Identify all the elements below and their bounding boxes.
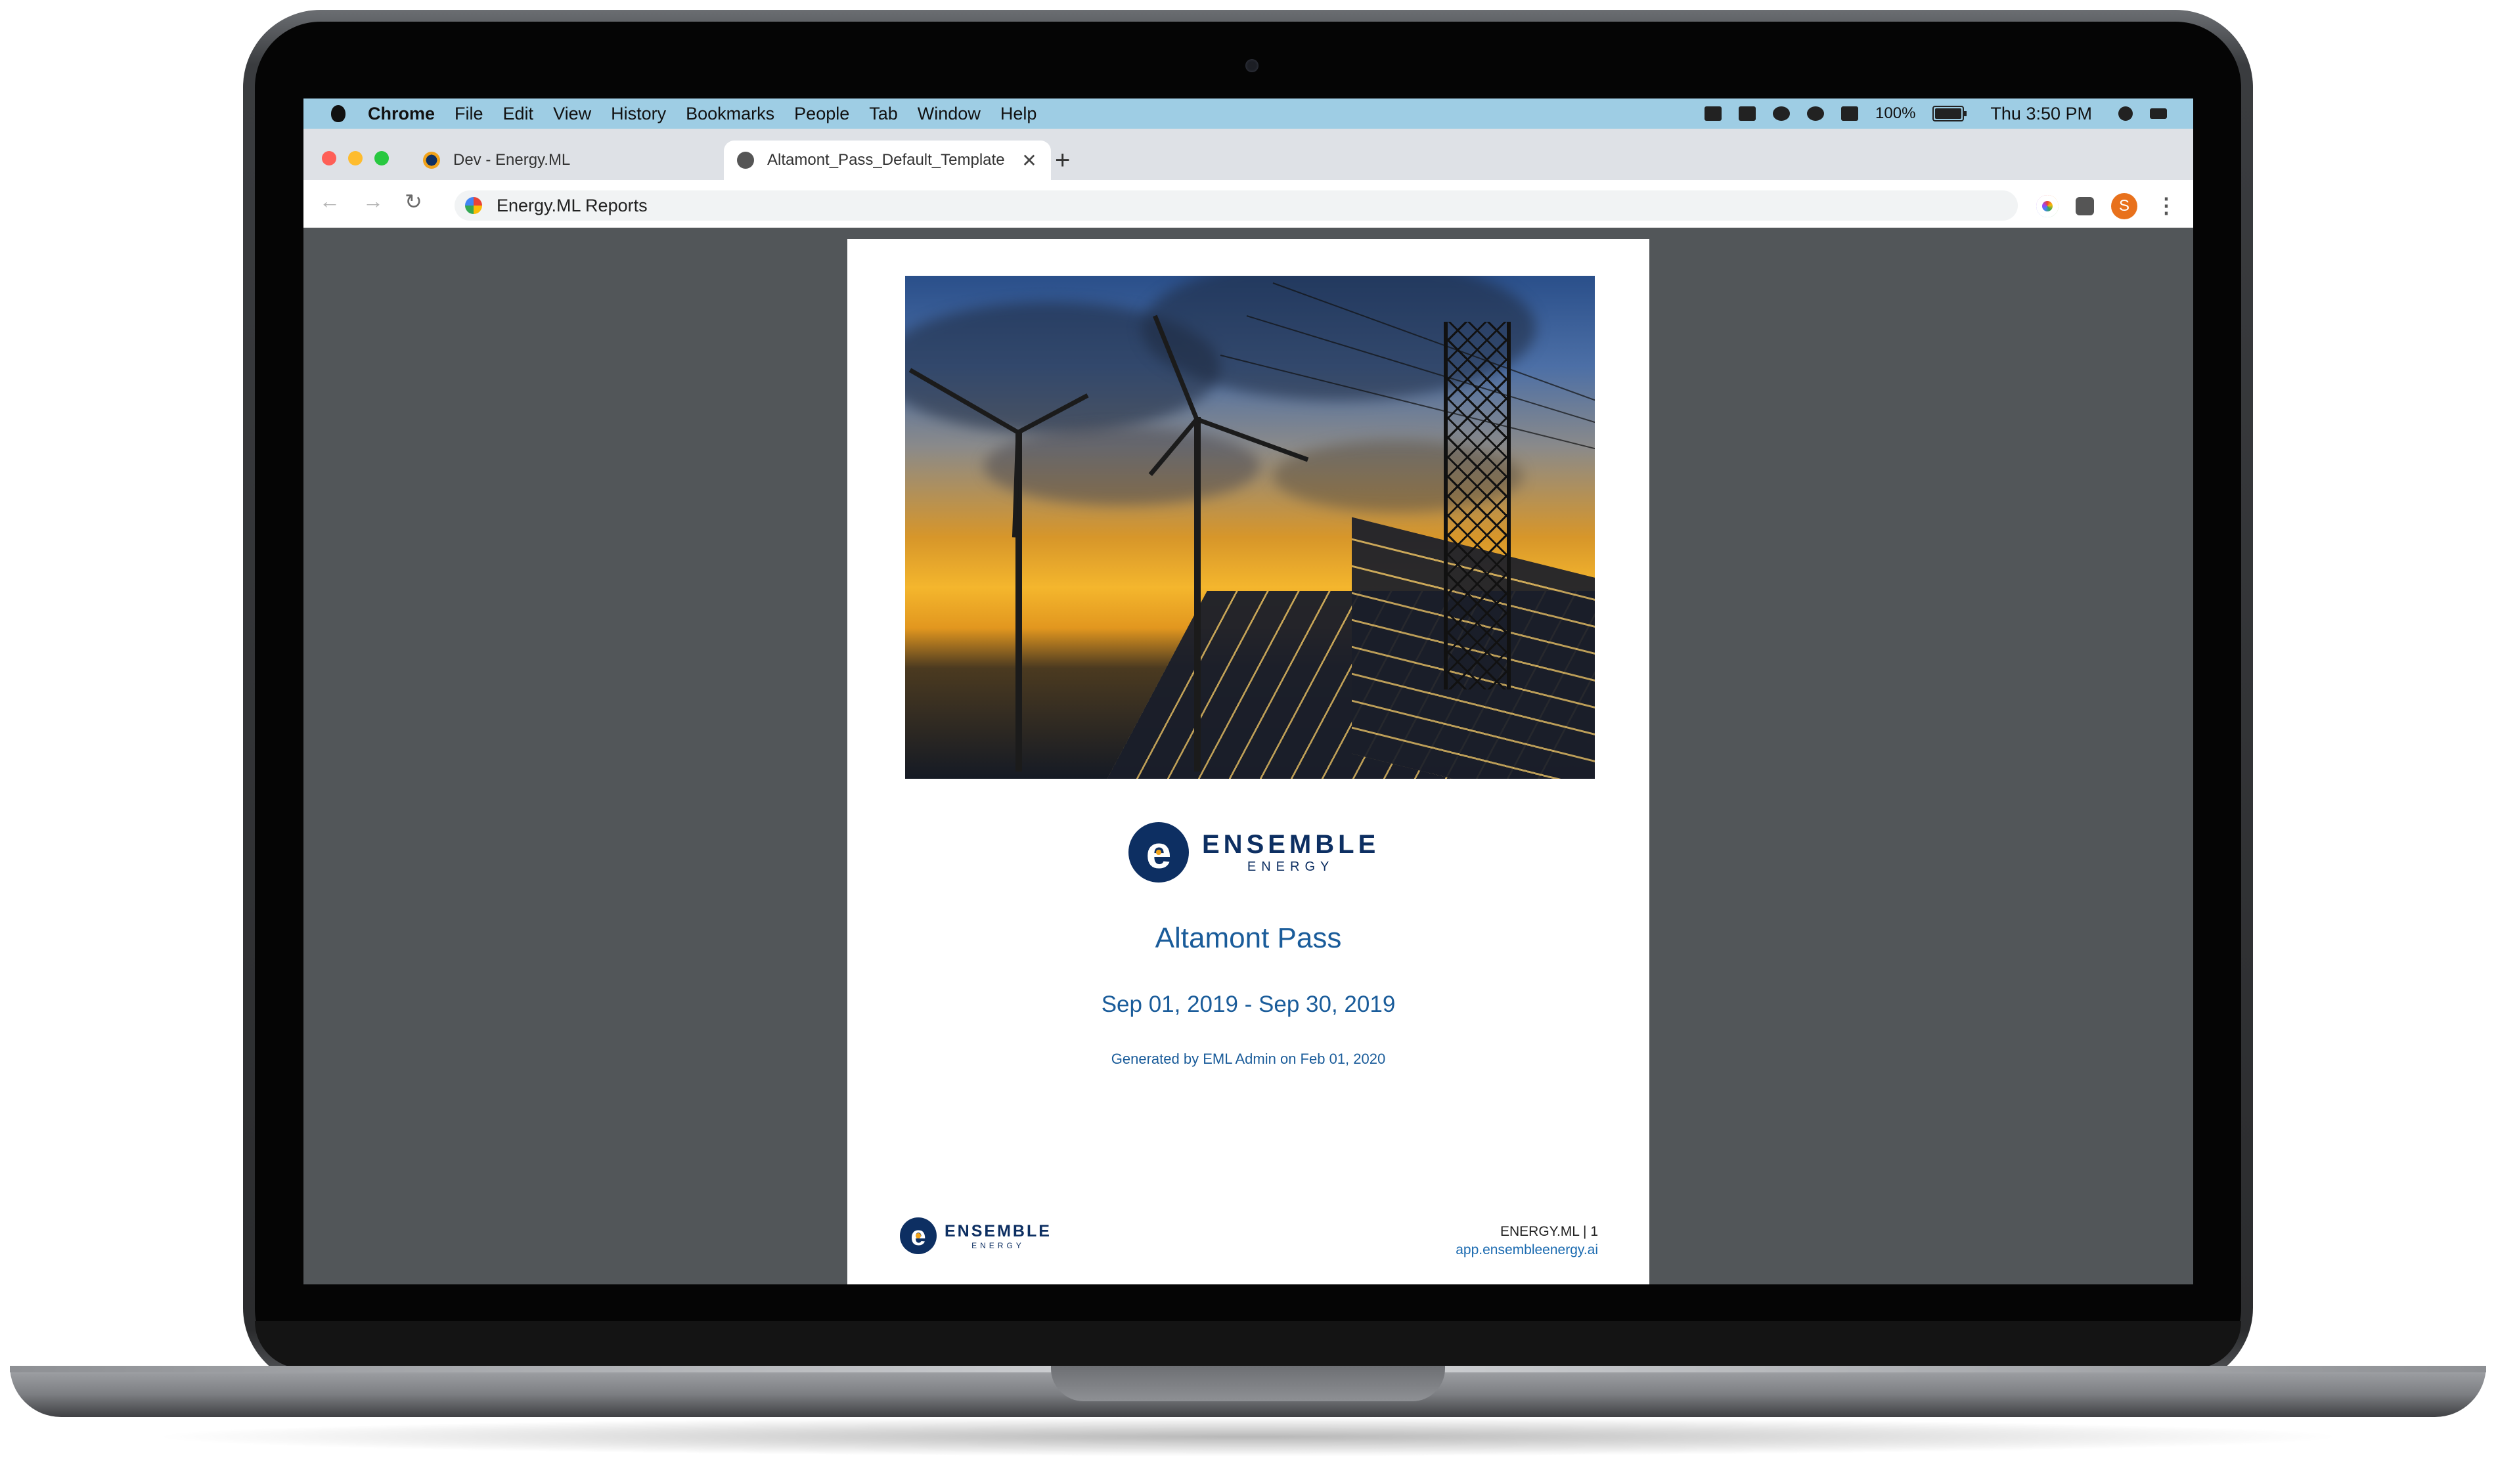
profile-avatar[interactable]: S: [2111, 193, 2137, 219]
search-icon[interactable]: [2118, 106, 2133, 121]
renewable-energy-hero-image: [905, 276, 1595, 779]
forward-arrow-icon[interactable]: →: [363, 189, 384, 213]
menu-file[interactable]: File: [455, 104, 483, 124]
ensemble-mark-icon: e: [900, 1217, 937, 1254]
battery-level: [1935, 108, 1962, 119]
menu-history[interactable]: History: [611, 104, 666, 124]
menu-people[interactable]: People: [794, 104, 849, 124]
footer-brand-line2: ENERGY: [971, 1240, 1025, 1250]
menu-edit[interactable]: Edit: [503, 104, 534, 124]
close-window-button[interactable]: [322, 151, 336, 165]
laptop-chin: [255, 1321, 2241, 1368]
footer-product-page: ENERGY.ML | 1: [1500, 1224, 1598, 1239]
menu-window[interactable]: Window: [918, 104, 981, 124]
dropbox-icon[interactable]: [1705, 106, 1722, 121]
tab-title: Altamont_Pass_Default_Template: [767, 151, 1005, 169]
back-arrow-icon[interactable]: ←: [319, 189, 340, 213]
maximize-window-button[interactable]: [374, 151, 389, 165]
report-page: e ENSEMBLE ENERGY Altamont Pass Sep 01, …: [847, 239, 1649, 1284]
ensemble-mark-icon: e: [1128, 822, 1189, 883]
menubar-clock[interactable]: Thu 3:50 PM: [1990, 104, 2092, 124]
volume-icon[interactable]: [1841, 106, 1859, 121]
laptop-hinge-notch: [1051, 1366, 1445, 1401]
footer-brand-line1: ENSEMBLE: [945, 1221, 1052, 1240]
address-bar-text: Energy.ML Reports: [497, 195, 648, 215]
ensemble-energy-logo: e ENSEMBLE ENERGY: [1128, 822, 1379, 883]
menu-help[interactable]: Help: [1000, 104, 1037, 124]
color-ring-extension-icon[interactable]: [2036, 195, 2059, 217]
report-date-range: Sep 01, 2019 - Sep 30, 2019: [1101, 992, 1396, 1017]
vpn-icon[interactable]: [1773, 106, 1791, 121]
google-g-icon: [465, 197, 482, 214]
globe-icon: [737, 152, 754, 169]
tab-altamont-pass-template[interactable]: Altamont_Pass_Default_Template ✕: [724, 141, 1051, 180]
wifi-icon[interactable]: [1807, 106, 1825, 121]
menubar-status-area: 100% Thu 3:50 PM: [1705, 98, 2167, 129]
menu-bookmarks[interactable]: Bookmarks: [686, 104, 774, 124]
battery-percent: 100%: [1875, 104, 1916, 122]
puzzle-extensions-icon[interactable]: [2076, 197, 2094, 215]
menu-chrome[interactable]: Chrome: [368, 104, 435, 124]
minimize-window-button[interactable]: [348, 151, 363, 165]
menu-view[interactable]: View: [553, 104, 591, 124]
brand-mark-letter: e: [910, 1220, 926, 1251]
brand-mark-letter: e: [1146, 827, 1172, 878]
docker-icon[interactable]: [1739, 106, 1756, 121]
camera-icon: [1245, 59, 1259, 72]
footer-ensemble-logo: e ENSEMBLE ENERGY: [900, 1217, 1052, 1254]
ensemble-favicon-icon: [423, 152, 440, 169]
laptop-shadow: [145, 1417, 2351, 1456]
screen: Chrome File Edit View History Bookmarks …: [303, 98, 2193, 1284]
more-menu-icon[interactable]: ⋮: [2156, 193, 2177, 218]
brand-name-line1: ENSEMBLE: [1202, 830, 1380, 859]
footer-url-link[interactable]: app.ensembleenergy.ai: [1456, 1242, 1598, 1258]
menu-tab[interactable]: Tab: [869, 104, 898, 124]
brand-name-line2: ENERGY: [1247, 860, 1335, 874]
reload-icon[interactable]: ↻: [405, 189, 422, 214]
new-tab-button[interactable]: +: [1055, 144, 1070, 176]
control-center-icon[interactable]: [2150, 108, 2167, 119]
close-tab-icon[interactable]: ✕: [1021, 150, 1038, 171]
address-bar[interactable]: Energy.ML Reports: [455, 190, 2018, 221]
apple-logo-icon[interactable]: [331, 105, 345, 122]
battery-icon[interactable]: [1932, 106, 1967, 121]
report-site-name: Altamont Pass: [1155, 922, 1342, 954]
macos-menubar: Chrome File Edit View History Bookmarks …: [303, 98, 2193, 129]
report-generated-note: Generated by EML Admin on Feb 01, 2020: [1111, 1051, 1386, 1067]
